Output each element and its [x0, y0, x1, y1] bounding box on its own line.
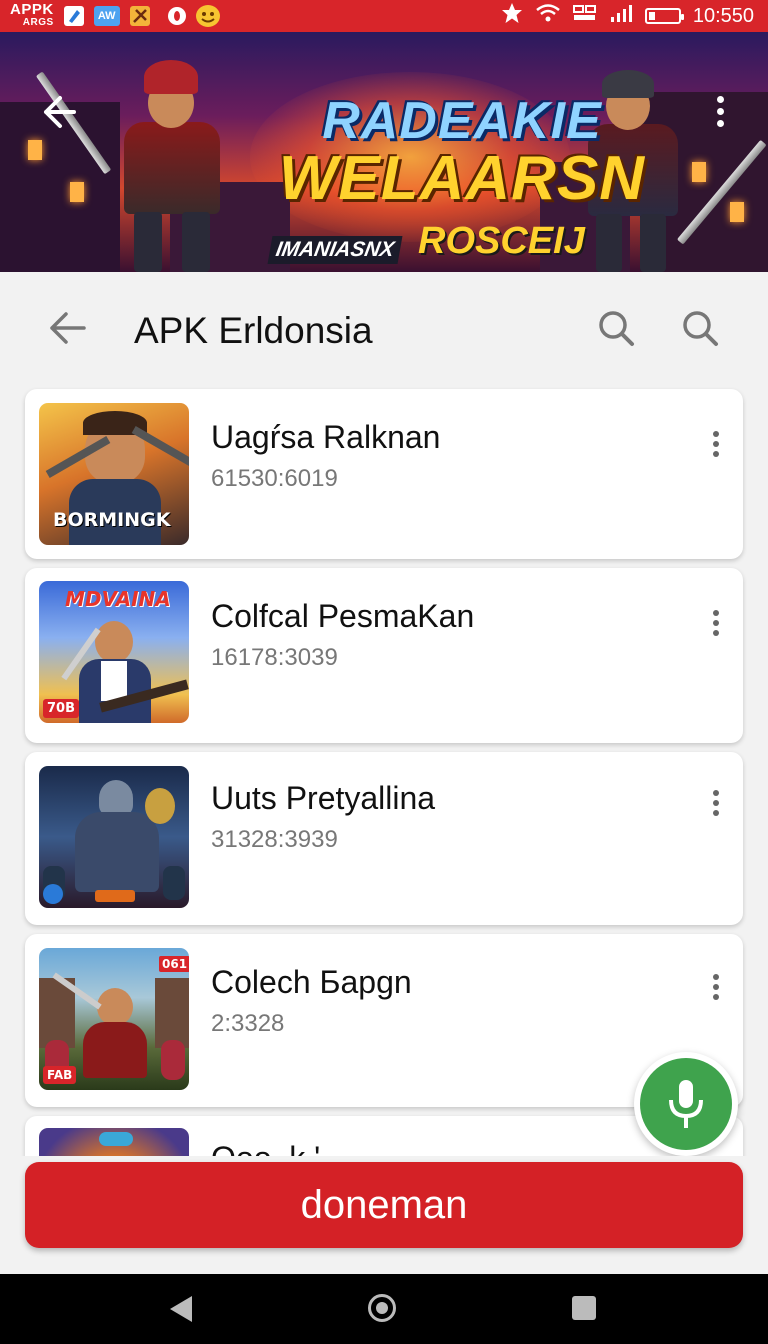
apk-notification-label: APPK ARGS	[10, 1, 54, 28]
status-bar-notifications: APPK ARGS AW	[10, 1, 220, 29]
app-thumbnail: 061 FAB	[39, 948, 189, 1090]
wifi-icon	[535, 3, 561, 29]
back-arrow-icon[interactable]	[46, 306, 90, 350]
thumbnail-badge: 70B	[43, 699, 79, 718]
item-title: Colfcal PesmaKan	[211, 598, 475, 634]
banner-tag-right: ROSCEIJ	[418, 220, 585, 262]
bottom-action-area: doneman	[0, 1156, 768, 1274]
game-banner: RADEAKIE WELAARSN IMANIASNX ROSCEIJ	[0, 32, 768, 272]
edit-notification-icon	[63, 6, 84, 26]
thumbnail-label: BORMINGK	[53, 509, 171, 531]
list-item[interactable]: MDVAINA 70B Colfcal PesmaKan 16178:3039	[25, 568, 743, 743]
thumbnail-badge: FAB	[43, 1066, 77, 1084]
more-options-icon[interactable]	[711, 610, 721, 646]
more-options-icon[interactable]	[712, 96, 728, 136]
list-item[interactable]: 061 FAB Colech Бapgn 2:3328	[25, 934, 743, 1107]
list-item[interactable]: Uuts Pretyallina 31328:3939	[25, 752, 743, 925]
microphone-icon	[666, 1078, 706, 1135]
status-time: 10:550	[692, 4, 754, 27]
primary-action-button[interactable]: doneman	[25, 1162, 743, 1248]
item-title: Uagŕsa Ralknan	[211, 419, 441, 455]
item-subtitle: 31328:3939	[211, 826, 338, 853]
battery-icon	[644, 8, 684, 24]
home-icon[interactable]	[368, 1294, 396, 1322]
star-icon	[501, 2, 523, 30]
list-item[interactable]: BORMINGK Uagŕsa Ralknan 61530:6019	[25, 389, 743, 559]
thumbnail-badge: 061	[159, 956, 189, 972]
back-icon[interactable]	[170, 1296, 192, 1322]
item-subtitle: 61530:6019	[211, 465, 338, 492]
status-bar-system: 10:550	[501, 2, 754, 30]
voice-search-button[interactable]	[634, 1052, 738, 1156]
app-thumbnail: BORMINGK	[39, 403, 189, 545]
banner-title-line2: WELAARSN	[278, 144, 646, 213]
banner-title: RADEAKIE WELAARSN	[262, 92, 662, 213]
search-icon[interactable]	[596, 308, 636, 348]
thumbnail-label: MDVAINA	[65, 587, 171, 611]
more-options-icon[interactable]	[711, 431, 721, 467]
item-title: Uuts Pretyallina	[211, 780, 436, 816]
banner-warrior-left	[35, 42, 248, 272]
app-thumbnail: MDVAINA 70B	[39, 581, 189, 723]
item-subtitle: 16178:3039	[211, 644, 338, 671]
item-subtitle: 2:3328	[211, 1010, 285, 1037]
emoji-notification-icon	[195, 5, 220, 27]
more-options-icon[interactable]	[711, 974, 721, 1010]
app-thumbnail	[39, 766, 189, 908]
banner-title-line1: RADEAKIE	[322, 92, 602, 150]
signal-icon	[609, 3, 633, 29]
app-notification-icon: AW	[93, 6, 120, 26]
back-arrow-icon[interactable]	[38, 92, 78, 132]
navigation-bar	[0, 1274, 768, 1344]
recents-icon[interactable]	[572, 1296, 596, 1320]
page-title: APK Erldonsia	[134, 310, 373, 351]
search-icon[interactable]	[680, 308, 720, 348]
record-notification-icon	[167, 7, 186, 25]
status-bar: APPK ARGS AW 10:550	[0, 0, 768, 32]
item-title: Colech Бapgn	[211, 964, 412, 1000]
banner-tag-left: IMANIASNX	[267, 236, 403, 264]
app-bar: APK Erldonsia	[0, 272, 768, 384]
tools-notification-icon	[129, 6, 150, 26]
more-options-icon[interactable]	[711, 790, 721, 826]
data-icon	[572, 3, 597, 29]
